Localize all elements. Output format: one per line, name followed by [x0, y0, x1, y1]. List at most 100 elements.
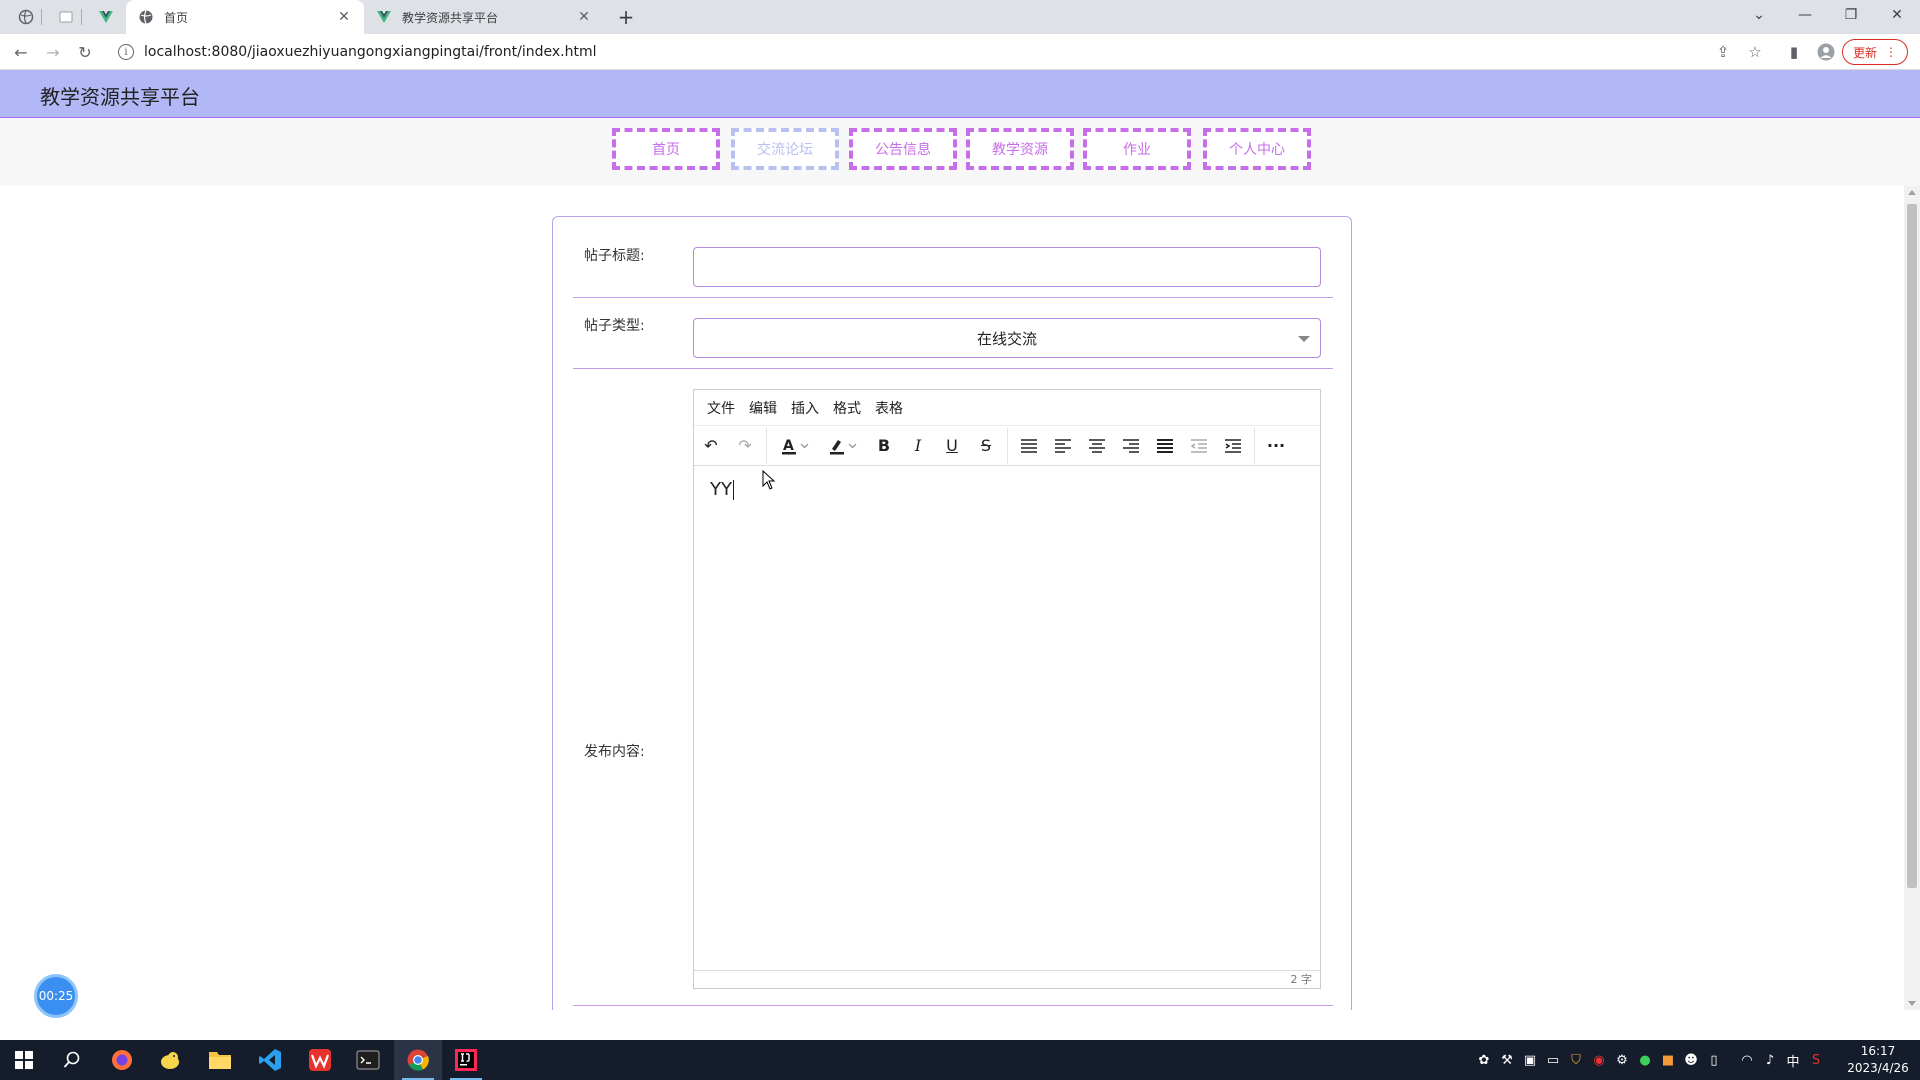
clock-time: 16:17: [1860, 1044, 1896, 1058]
tray-app-icon[interactable]: ✿: [1474, 1050, 1494, 1070]
nav-forum[interactable]: 交流论坛: [731, 128, 839, 170]
underline-icon[interactable]: U: [935, 429, 969, 463]
tray-usb-icon[interactable]: ▯: [1704, 1050, 1724, 1070]
taskbar-intellij[interactable]: [442, 1040, 490, 1080]
vscode-icon: [259, 1049, 281, 1071]
taskbar-chrome[interactable]: [394, 1040, 442, 1080]
italic-icon[interactable]: I: [901, 429, 935, 463]
tray-orange-app-icon[interactable]: ■: [1658, 1050, 1678, 1070]
forward-arrow-icon[interactable]: →: [41, 40, 65, 64]
nav-personal-center[interactable]: 个人中心: [1203, 128, 1311, 170]
tab-search-chevron-icon[interactable]: ⌄: [1736, 0, 1782, 30]
address-bar[interactable]: i localhost:8080/jiaoxuezhiyuangongxiang…: [106, 38, 1776, 66]
site-info-icon[interactable]: i: [118, 44, 134, 60]
globe-icon: [139, 10, 153, 24]
side-panel-icon[interactable]: ▮: [1782, 40, 1806, 64]
align-justify-icon[interactable]: [1148, 429, 1182, 463]
browser-update-button[interactable]: 更新 ⋮: [1842, 39, 1908, 65]
recording-timer[interactable]: 00:25: [34, 974, 78, 1018]
page-viewport: 教学资源共享平台 首页 交流论坛 公告信息 教学资源 作业 个人中心 帖子标题:…: [0, 70, 1920, 1010]
post-type-select[interactable]: 在线交流: [693, 318, 1321, 358]
tray-intellij-icon[interactable]: ▣: [1520, 1050, 1540, 1070]
back-arrow-icon[interactable]: ←: [9, 40, 33, 64]
taskbar-wps[interactable]: [296, 1040, 344, 1080]
post-title-label: 帖子标题:: [584, 248, 645, 264]
align-left-icon[interactable]: [1046, 429, 1080, 463]
pinned-tab-globe[interactable]: [10, 4, 42, 30]
minimize-button[interactable]: —: [1782, 0, 1828, 30]
taskbar-firefox[interactable]: [98, 1040, 146, 1080]
nav-teaching-resources[interactable]: 教学资源: [966, 128, 1074, 170]
editor-menu-file[interactable]: 文件: [700, 398, 742, 418]
post-form: 帖子标题: 帖子类型: 在线交流 发布内容: 文件 编辑 插入 格式 表格 ↶ …: [552, 216, 1352, 1010]
tray-wechat-icon[interactable]: ●: [1635, 1050, 1655, 1070]
editor-menu-edit[interactable]: 编辑: [742, 398, 784, 418]
taskbar-app-chick[interactable]: [146, 1040, 194, 1080]
start-button[interactable]: [0, 1040, 48, 1080]
windows-taskbar: ✿ ⚒ ▣ ▭ ⛉ ◉ ⚙ ● ■ ☻ ▯ ◠ ♪ 中 S 16:17 2023…: [0, 1040, 1920, 1080]
post-content-label: 发布内容:: [584, 744, 645, 760]
search-button[interactable]: [48, 1040, 96, 1080]
tray-tool-icon[interactable]: ⚒: [1497, 1050, 1517, 1070]
editor-content-area[interactable]: YY: [694, 467, 1320, 967]
close-window-button[interactable]: ✕: [1874, 0, 1920, 30]
bookmark-star-icon[interactable]: ☆: [1743, 40, 1767, 64]
tray-network-app-icon[interactable]: ⚙: [1612, 1050, 1632, 1070]
scroll-up-arrow-icon[interactable]: [1908, 190, 1916, 195]
tab-close-icon[interactable]: ✕: [576, 9, 592, 25]
align-right-icon[interactable]: [1114, 429, 1148, 463]
nav-homework[interactable]: 作业: [1083, 128, 1191, 170]
tab-home[interactable]: 首页 ✕: [126, 0, 364, 34]
tray-shield-icon[interactable]: ⛉: [1566, 1050, 1586, 1070]
nav-announcements[interactable]: 公告信息: [849, 128, 957, 170]
more-tools-icon[interactable]: ···: [1259, 429, 1293, 463]
editor-menubar: 文件 编辑 插入 格式 表格: [694, 390, 1320, 426]
editor-menu-format[interactable]: 格式: [826, 398, 868, 418]
editor-word-count: 2 字: [694, 970, 1320, 988]
speaker-icon[interactable]: ♪: [1760, 1050, 1780, 1070]
restore-button[interactable]: ❐: [1828, 0, 1874, 30]
align-center-icon[interactable]: [1080, 429, 1114, 463]
ime-indicator[interactable]: 中: [1783, 1050, 1803, 1070]
clock-date: 2023/4/26: [1847, 1061, 1909, 1075]
chrome-icon: [407, 1049, 429, 1071]
taskbar-terminal[interactable]: [344, 1040, 392, 1080]
tab-platform[interactable]: 教学资源共享平台 ✕: [364, 0, 604, 34]
highlight-color-icon[interactable]: [819, 429, 867, 463]
taskbar-vscode[interactable]: [246, 1040, 294, 1080]
pinned-tab-vue[interactable]: [90, 4, 122, 30]
profile-avatar-icon[interactable]: [1814, 40, 1838, 64]
pinned-tab-blank[interactable]: [50, 4, 82, 30]
wps-office-icon: [309, 1049, 331, 1071]
tab-close-icon[interactable]: ✕: [336, 9, 352, 25]
undo-icon[interactable]: ↶: [694, 429, 728, 463]
post-title-input[interactable]: [693, 247, 1321, 287]
url-text: localhost:8080/jiaoxuezhiyuangongxiangpi…: [144, 44, 597, 60]
tray-wps-icon[interactable]: ◉: [1589, 1050, 1609, 1070]
reload-icon[interactable]: ↻: [73, 40, 97, 64]
text-color-icon[interactable]: A: [771, 429, 819, 463]
editor-menu-table[interactable]: 表格: [868, 398, 910, 418]
new-tab-button[interactable]: +: [614, 5, 638, 29]
page-scrollbar[interactable]: [1904, 186, 1920, 1010]
line-height-icon[interactable]: [1012, 429, 1046, 463]
strikethrough-icon[interactable]: S: [969, 429, 1003, 463]
browser-tab-strip: 首页 ✕ 教学资源共享平台 ✕ + ⌄ — ❐ ✕: [0, 0, 1920, 34]
scrollbar-thumb[interactable]: [1907, 204, 1917, 888]
taskbar-file-explorer[interactable]: [196, 1040, 244, 1080]
share-icon[interactable]: ⇪: [1711, 40, 1735, 64]
wifi-icon[interactable]: ◠: [1737, 1050, 1757, 1070]
firefox-icon: [112, 1050, 132, 1070]
nav-home[interactable]: 首页: [612, 128, 720, 170]
post-type-label: 帖子类型:: [584, 318, 645, 334]
outdent-icon[interactable]: [1182, 429, 1216, 463]
editor-menu-insert[interactable]: 插入: [784, 398, 826, 418]
tray-sogou-icon[interactable]: S: [1806, 1050, 1826, 1070]
system-clock[interactable]: 16:17 2023/4/26: [1842, 1043, 1914, 1077]
bold-icon[interactable]: B: [867, 429, 901, 463]
tray-window-icon[interactable]: ▭: [1543, 1050, 1563, 1070]
indent-icon[interactable]: [1216, 429, 1250, 463]
scroll-down-arrow-icon[interactable]: [1908, 1001, 1916, 1006]
redo-icon[interactable]: ↷: [728, 429, 762, 463]
tray-qq-icon[interactable]: ☻: [1681, 1050, 1701, 1070]
